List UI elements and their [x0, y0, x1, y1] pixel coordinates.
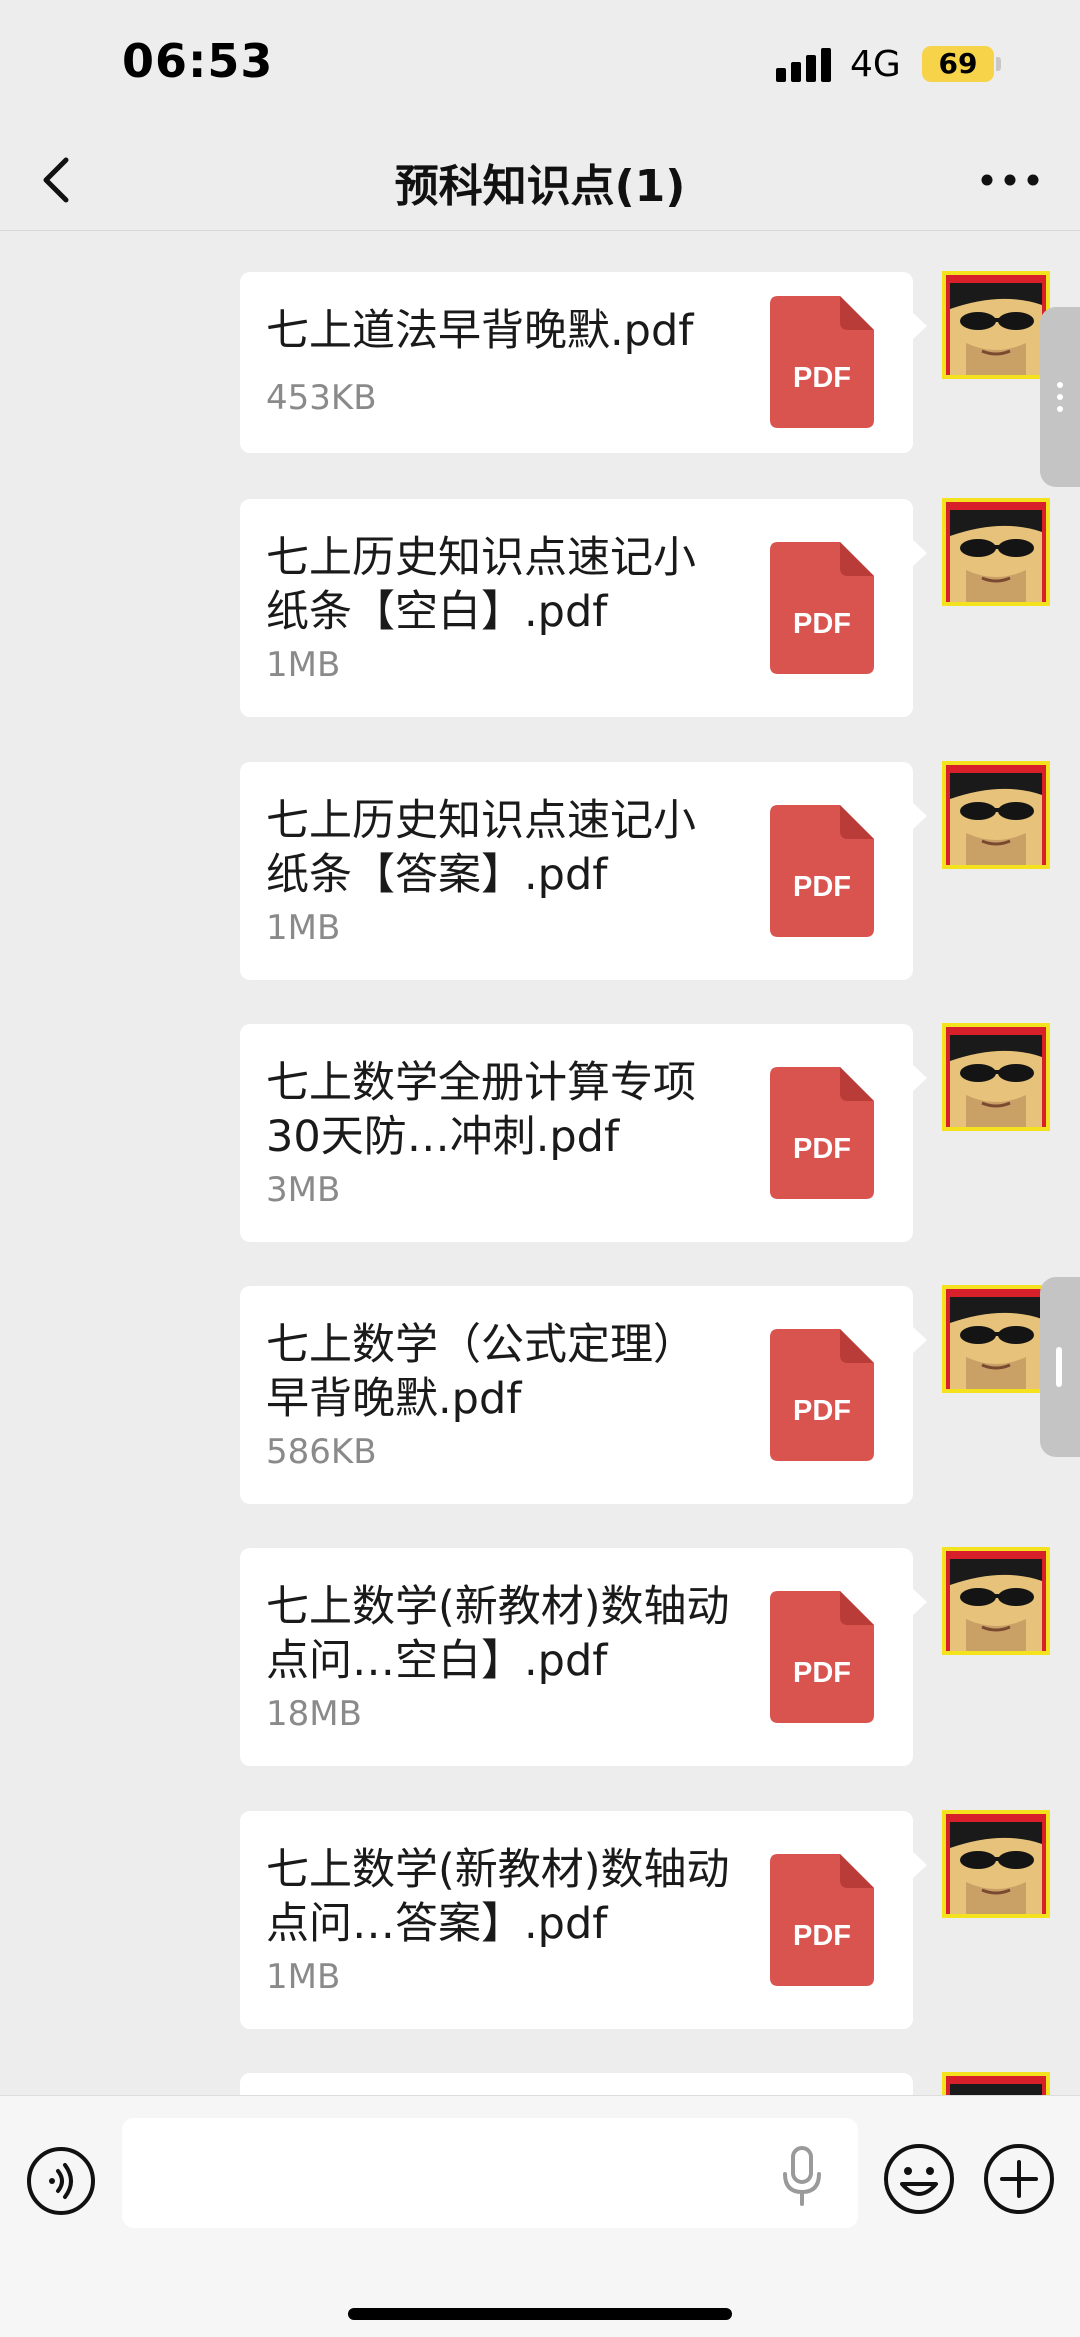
file-bubble[interactable] [240, 2073, 913, 2095]
file-size: 1MB [266, 1957, 341, 1997]
bubble-tail [912, 1851, 927, 1879]
pdf-label: PDF [793, 362, 851, 394]
floating-side-handle[interactable] [1040, 1277, 1080, 1457]
voice-icon [27, 2147, 95, 2215]
smile-icon [884, 2144, 954, 2214]
pdf-file-icon: PDF [770, 296, 874, 428]
file-size: 586KB [266, 1432, 377, 1472]
file-bubble[interactable]: 七上数学（公式定理）早背晚默.pdf 586KB PDF [240, 1286, 927, 1504]
pdf-file-icon: PDF [770, 805, 874, 937]
bubble-tail [912, 1588, 927, 1616]
more-dots-icon [981, 174, 1039, 186]
plus-button[interactable] [982, 2142, 1056, 2216]
more-button[interactable] [975, 150, 1045, 210]
input-bar [0, 2095, 1080, 2337]
battery-level: 69 [922, 46, 994, 82]
chat-title: 预科知识点(1) [394, 161, 686, 212]
file-name: 七上数学全册计算专项30天防…冲刺.pdf [266, 1058, 696, 1162]
home-indicator[interactable] [348, 2308, 732, 2320]
file-bubble[interactable]: 七上数学(新教材)数轴动点问…空白】.pdf 18MB PDF [240, 1548, 927, 1766]
avatar[interactable] [942, 1547, 1050, 1655]
avatar[interactable] [942, 1285, 1050, 1393]
message-input[interactable] [122, 2118, 858, 2228]
plus-icon [984, 2144, 1054, 2214]
pdf-file-icon: PDF [770, 1329, 874, 1461]
avatar[interactable] [942, 271, 1050, 379]
status-time: 06:53 [122, 34, 274, 88]
bubble-tail [912, 802, 927, 830]
bubble-tail [912, 312, 927, 340]
file-name: 七上历史知识点速记小纸条【答案】.pdf [266, 796, 696, 900]
battery-tip [996, 57, 1001, 71]
pdf-file-icon: PDF [770, 542, 874, 674]
bubble-tail [912, 1064, 927, 1092]
file-name: 七上道法早背晚默.pdf [266, 306, 694, 356]
avatar[interactable] [942, 1023, 1050, 1131]
pdf-label: PDF [793, 1920, 851, 1952]
bubble-tail [912, 1326, 927, 1354]
avatar[interactable] [942, 1810, 1050, 1918]
file-name: 七上数学（公式定理）早背晚默.pdf [266, 1320, 696, 1424]
pdf-label: PDF [793, 871, 851, 903]
file-size: 18MB [266, 1694, 362, 1734]
network-type: 4G [850, 44, 901, 85]
avatar[interactable] [942, 761, 1050, 869]
pdf-file-icon: PDF [770, 1067, 874, 1199]
file-bubble[interactable]: 七上数学全册计算专项30天防…冲刺.pdf 3MB PDF [240, 1024, 927, 1242]
file-size: 3MB [266, 1170, 341, 1210]
avatar[interactable] [942, 498, 1050, 606]
file-size: 1MB [266, 645, 341, 685]
file-size: 453KB [266, 378, 377, 418]
pdf-label: PDF [793, 1395, 851, 1427]
microphone-icon[interactable] [780, 2146, 824, 2206]
file-bubble[interactable]: 七上历史知识点速记小纸条【空白】.pdf 1MB PDF [240, 499, 927, 717]
pdf-label: PDF [793, 608, 851, 640]
pdf-file-icon: PDF [770, 1854, 874, 1986]
pdf-label: PDF [793, 1133, 851, 1165]
message-list: 七上道法早背晚默.pdf 453KB PDF 七上历史知识点速记小纸条【空白】.… [0, 231, 1080, 2095]
pdf-label: PDF [793, 1657, 851, 1689]
signal-icon [776, 46, 836, 82]
status-bar: 06:53 4G 69 [0, 0, 1080, 130]
file-bubble[interactable]: 七上历史知识点速记小纸条【答案】.pdf 1MB PDF [240, 762, 927, 980]
file-name: 七上数学(新教材)数轴动点问…答案】.pdf [266, 1845, 730, 1949]
floating-side-handle[interactable] [1040, 307, 1080, 487]
file-name: 七上历史知识点速记小纸条【空白】.pdf [266, 533, 696, 637]
voice-button[interactable] [26, 2146, 96, 2216]
avatar[interactable] [942, 2072, 1050, 2095]
file-name: 七上数学(新教材)数轴动点问…空白】.pdf [266, 1582, 730, 1686]
nav-bar: 预科知识点(1) [0, 130, 1080, 231]
bubble-tail [912, 539, 927, 567]
file-size: 1MB [266, 908, 341, 948]
emoji-button[interactable] [882, 2142, 956, 2216]
file-bubble[interactable]: 七上道法早背晚默.pdf 453KB PDF [240, 272, 927, 453]
pdf-file-icon: PDF [770, 1591, 874, 1723]
file-bubble[interactable]: 七上数学(新教材)数轴动点问…答案】.pdf 1MB PDF [240, 1811, 927, 2029]
chat-screen: 06:53 4G 69 预科知识点(1) 七上道法早背晚默.pdf 453KB … [0, 0, 1080, 2337]
